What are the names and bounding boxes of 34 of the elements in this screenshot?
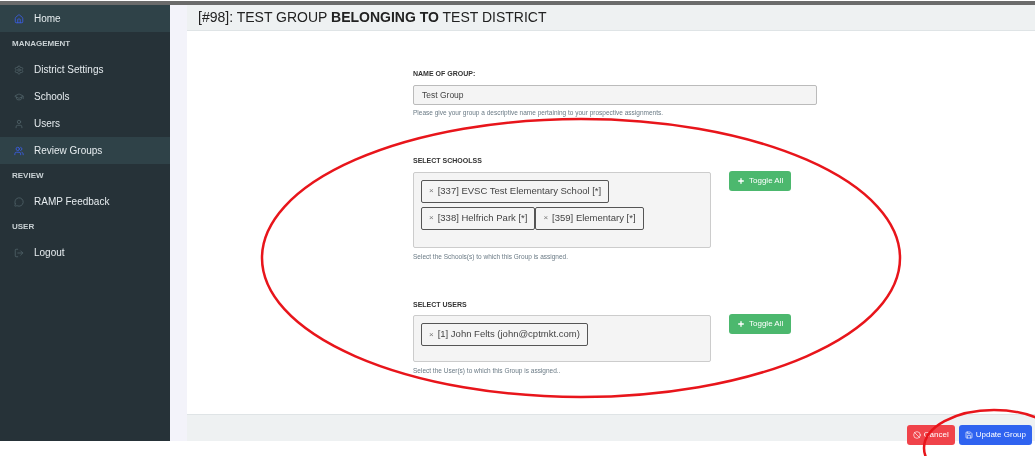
remove-icon[interactable]: × bbox=[429, 185, 434, 198]
selected-chip[interactable]: × [337] EVSC Test Elementary School [*] bbox=[421, 179, 610, 203]
multi-select-field[interactable]: × [337] EVSC Test Elementary School [*] × [338] Helfrich Park [*] × [359] Elementary [*] bbox=[413, 171, 711, 248]
user-icon bbox=[14, 118, 24, 129]
users-icon bbox=[14, 145, 24, 156]
sidebar-item[interactable]: Review Groups bbox=[0, 137, 170, 164]
cancel-button[interactable]: Cancel bbox=[906, 425, 955, 445]
sidebar-item[interactable]: RAMP Feedback bbox=[0, 188, 170, 215]
multi-select-field[interactable]: × [1] John Felts (john@cptmkt.com) bbox=[413, 315, 711, 362]
remove-icon[interactable]: × bbox=[429, 212, 434, 225]
section-heading: REVIEW bbox=[12, 170, 44, 182]
graduation-cap-icon bbox=[14, 91, 24, 102]
chat-bubble-icon bbox=[14, 196, 24, 207]
sidebar-item[interactable]: Users bbox=[0, 110, 170, 137]
sidebar-item[interactable]: Home bbox=[0, 5, 170, 32]
remove-icon[interactable]: × bbox=[429, 328, 434, 341]
section-heading: MANAGEMENT bbox=[12, 38, 71, 50]
selected-chip[interactable]: × [359] Elementary [*] bbox=[535, 206, 644, 230]
remove-icon[interactable]: × bbox=[543, 212, 549, 225]
page-title: [#98]: TEST GROUP BELONGING TO TEST DISTRICT bbox=[198, 8, 547, 27]
plus-icon bbox=[737, 320, 745, 328]
input-field[interactable]: Test Group bbox=[413, 84, 817, 105]
update-group-button[interactable]: Update Group bbox=[958, 425, 1032, 445]
gear-icon bbox=[14, 64, 24, 75]
section-heading: USER bbox=[12, 221, 35, 233]
sidebar-item[interactable]: District Settings bbox=[0, 56, 170, 83]
ban-icon bbox=[912, 431, 921, 439]
selected-chip[interactable]: × [338] Helfrich Park [*] bbox=[421, 206, 536, 230]
logout-icon bbox=[14, 247, 24, 258]
selected-chip[interactable]: × [1] John Felts (john@cptmkt.com) bbox=[421, 323, 588, 346]
home-icon bbox=[14, 13, 24, 24]
sidebar-item[interactable]: Logout bbox=[0, 239, 170, 266]
sidebar-item[interactable]: Schools bbox=[0, 83, 170, 110]
plus-icon bbox=[737, 176, 745, 185]
